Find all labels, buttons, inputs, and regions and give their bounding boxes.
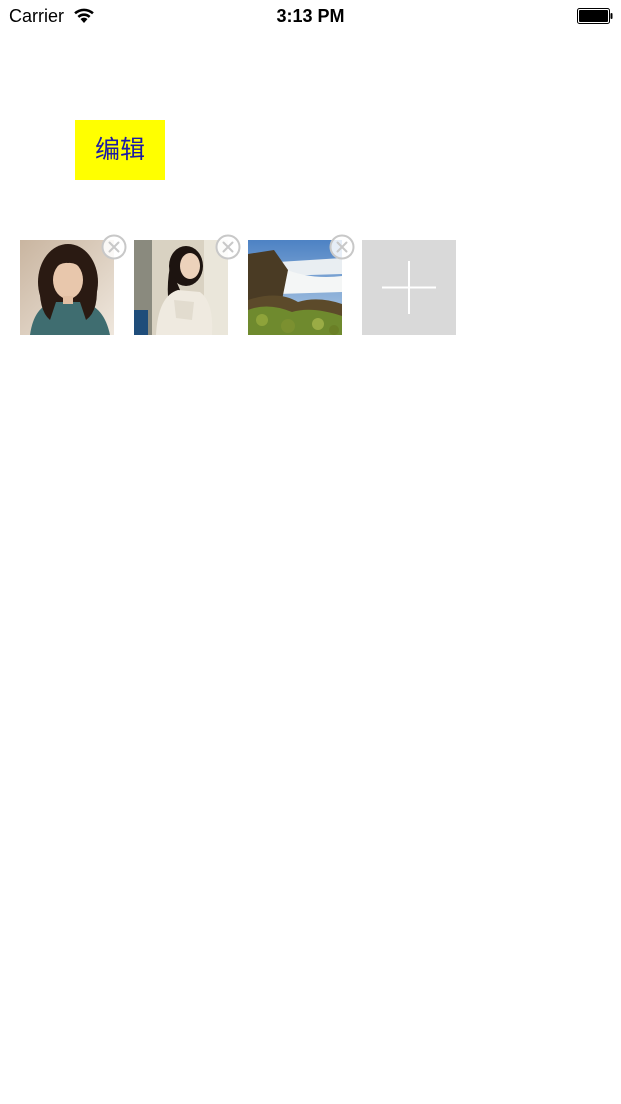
- plus-icon: [382, 261, 436, 314]
- close-circle-icon[interactable]: [215, 234, 241, 260]
- status-bar: Carrier 3:13 PM: [0, 0, 621, 32]
- photo-thumbnail-3[interactable]: [248, 240, 342, 335]
- close-circle-icon[interactable]: [101, 234, 127, 260]
- photo-thumbnail-1[interactable]: [20, 240, 114, 335]
- woman-by-window-image: [134, 240, 228, 335]
- photo-thumbnail-2[interactable]: [134, 240, 228, 335]
- screen: Carrier 3:13 PM 编辑: [0, 0, 621, 1104]
- edit-button[interactable]: 编辑: [75, 120, 165, 180]
- close-circle-icon[interactable]: [329, 234, 355, 260]
- woman-portrait-image: [20, 240, 114, 335]
- battery-icon: [577, 8, 613, 24]
- status-time: 3:13 PM: [276, 6, 345, 26]
- add-photo-button[interactable]: [362, 240, 456, 335]
- waterfall-landscape-image: [248, 240, 342, 335]
